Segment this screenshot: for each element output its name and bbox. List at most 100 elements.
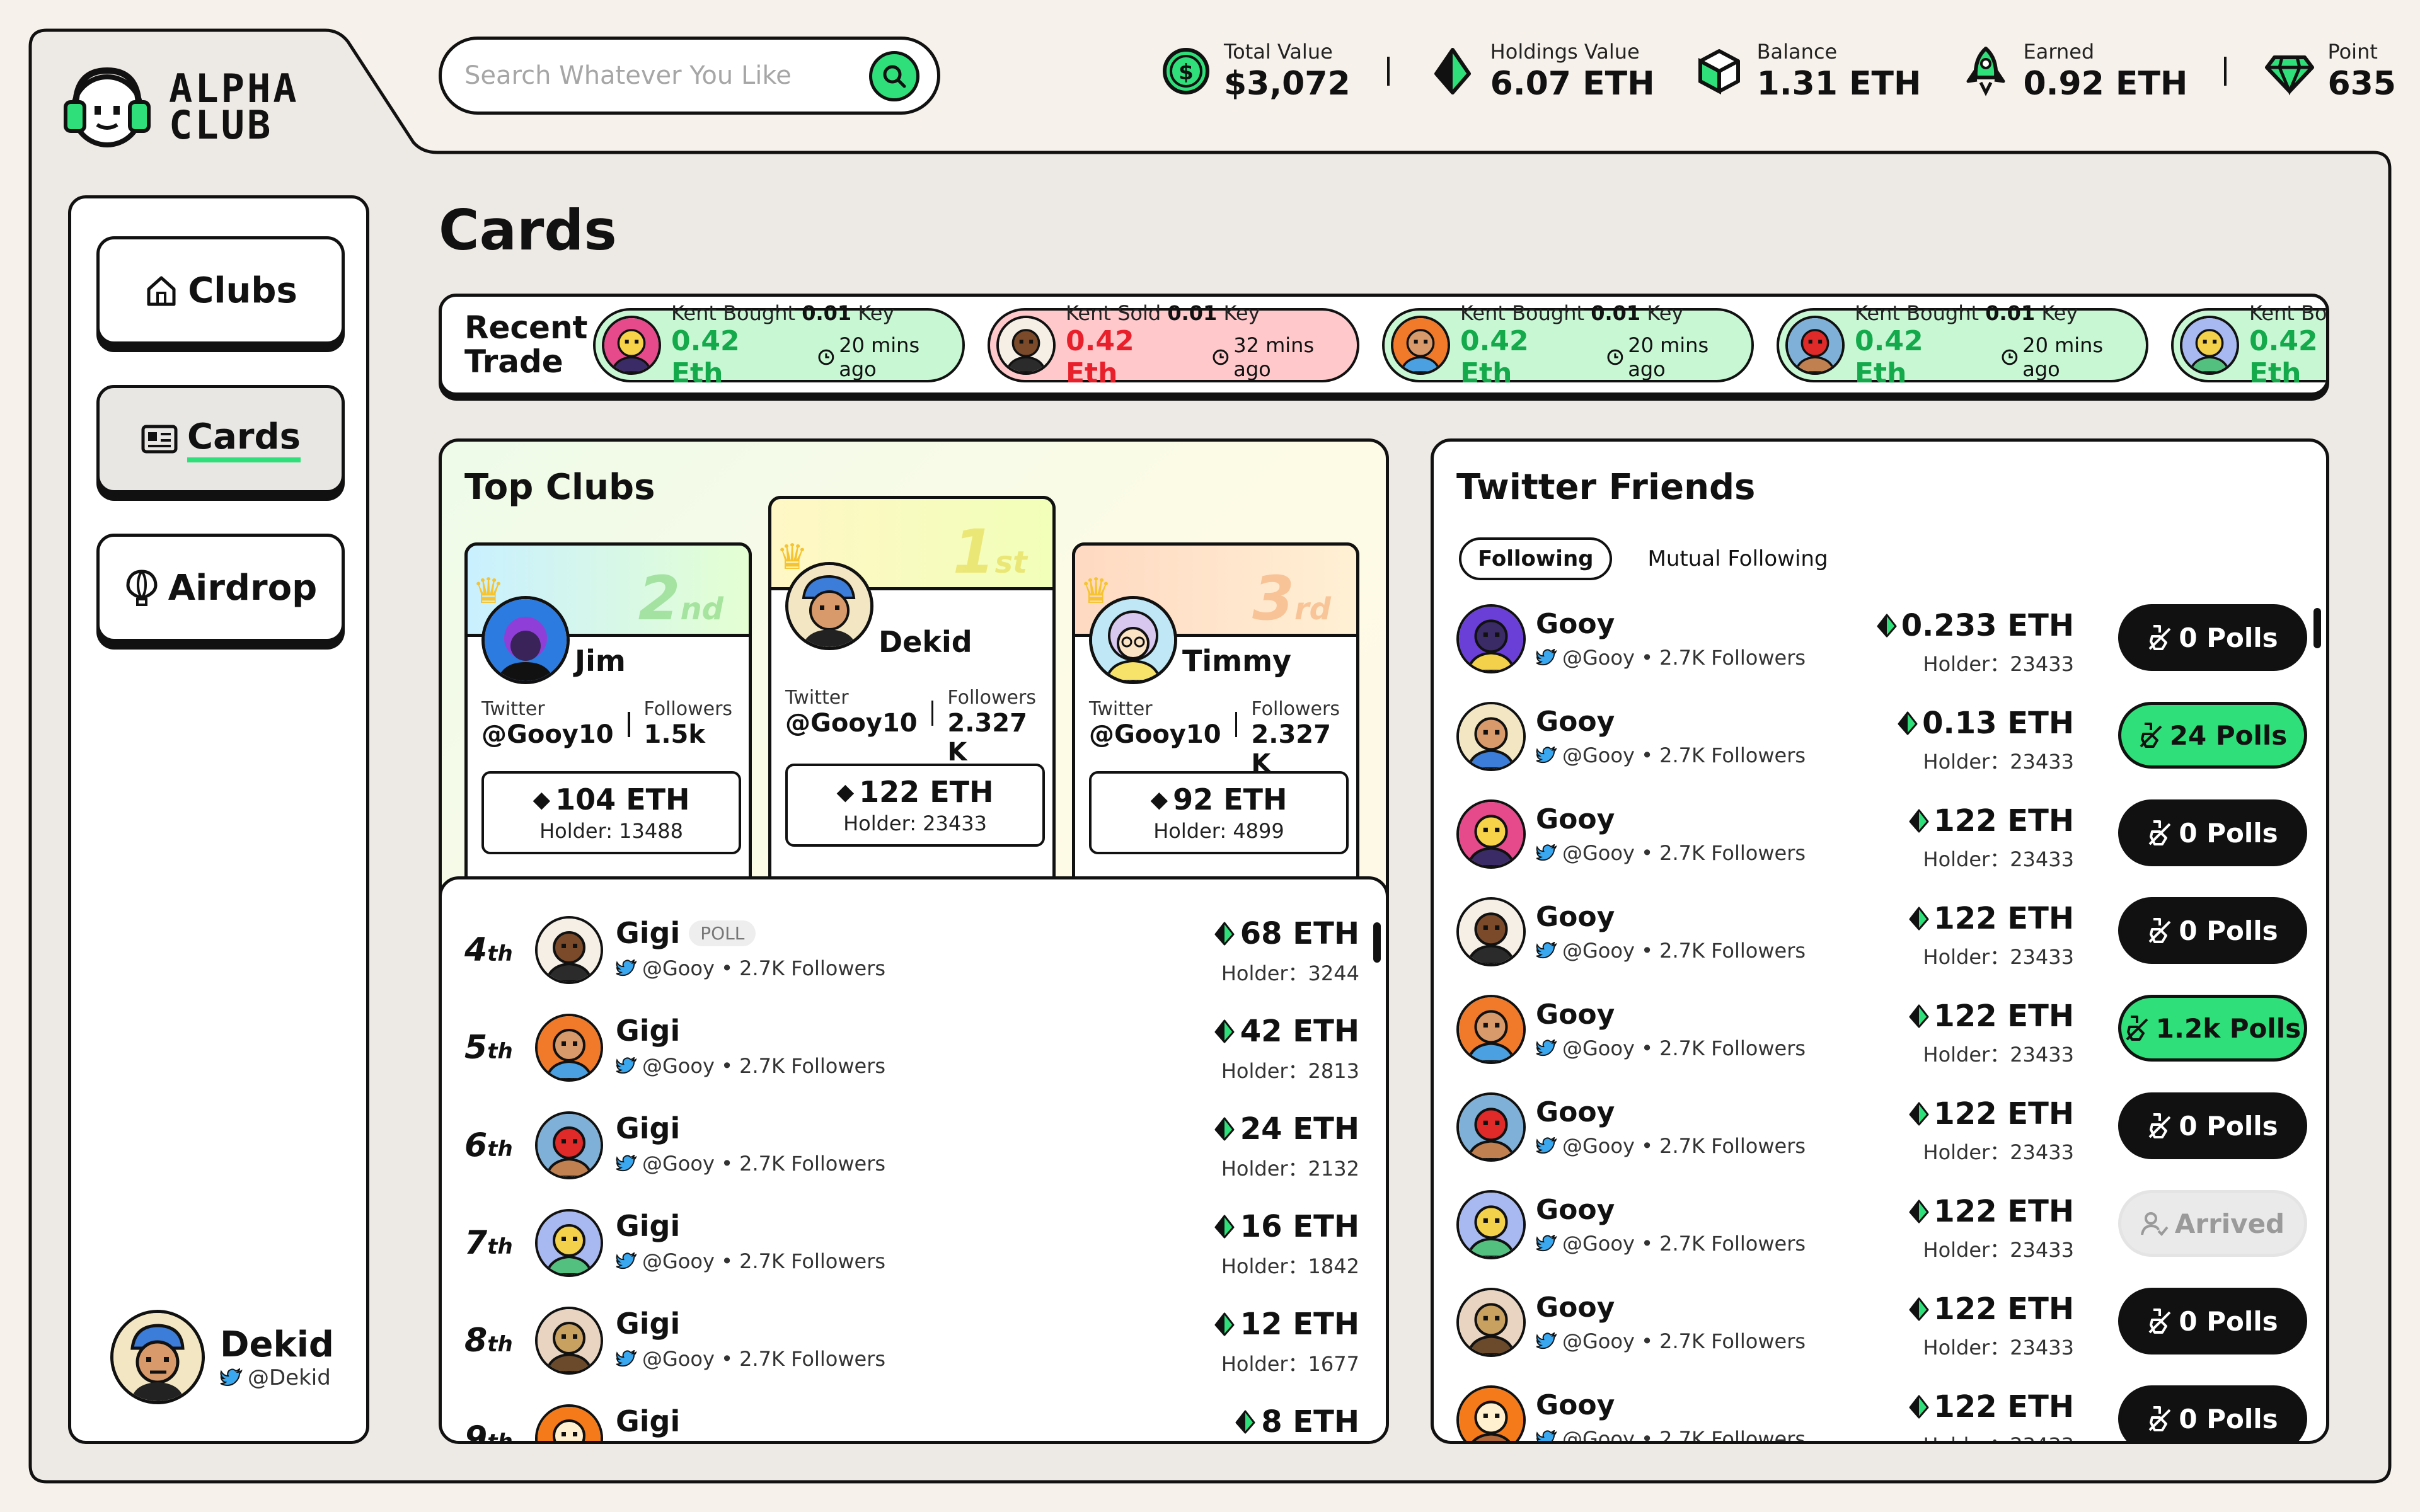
search-button[interactable] <box>869 51 919 101</box>
recent-trade-title: Recent Trade <box>464 309 588 380</box>
polls-button[interactable]: 0 Polls <box>2118 1288 2307 1354</box>
friend-name: Gooy <box>1536 1389 1615 1421</box>
club-name: Gigi <box>616 1404 681 1438</box>
trade-price: 0.42 Eth <box>1066 325 1134 389</box>
stat-label: Total Value <box>1224 40 1333 64</box>
sidebar-item-airdrop[interactable]: Airdrop <box>96 534 345 642</box>
stat-label: Point <box>2327 40 2378 64</box>
twitter-bird-icon <box>1536 1040 1557 1057</box>
sidebar-item-clubs[interactable]: Clubs <box>96 236 345 345</box>
club-row[interactable]: 8th Gigi @Gooy • 2.7K Followers 12 ETH Holde… <box>464 1295 1359 1383</box>
avatar <box>1456 1385 1526 1441</box>
trade-item[interactable]: Kent Bought 0.01 Key0.42 Eth20 mins ago <box>1382 301 1754 389</box>
friend-row[interactable]: Gooy @Gooy • 2.7K Followers 122 ETH Holder：… <box>1456 1179 2307 1276</box>
svg-text:$: $ <box>1178 60 1194 85</box>
polls-button[interactable]: Arrived <box>2118 1190 2307 1257</box>
podium-card-third[interactable]: 3rd ♛ Timmy Twitter @Gooy10 Followers 2.32… <box>1072 542 1359 883</box>
avatar <box>535 1014 603 1082</box>
trade-description: Kent Bought 0.01 Key <box>2249 301 2327 325</box>
polls-button[interactable]: 0 Polls <box>2118 1092 2307 1159</box>
scrollbar-thumb[interactable] <box>2313 608 2321 648</box>
page-title: Cards <box>439 198 617 263</box>
trade-item[interactable]: Kent Bought 0.01 Key0.42 Eth20 mins ago <box>593 301 965 389</box>
friend-name: Gooy <box>1536 803 1615 835</box>
app-logo[interactable]: ALPHA CLUB <box>57 57 299 158</box>
ethereum-icon <box>1214 1019 1235 1043</box>
club-row[interactable]: 4th Gigi POLL @Gooy • 2.7K Followers 68 ETH H… <box>464 905 1359 993</box>
club-rank: 5th <box>464 1029 513 1067</box>
polls-button[interactable]: 24 Polls <box>2118 702 2307 769</box>
club-row[interactable]: 7th Gigi @Gooy • 2.7K Followers 16 ETH Holde… <box>464 1198 1359 1286</box>
divider <box>1235 712 1238 737</box>
trade-item[interactable]: Kent Bought 0.01 Key0.42 Eth20 mins ago <box>1777 301 2148 389</box>
dollar-coin-icon: $ <box>1163 48 1209 94</box>
clock-icon <box>1213 349 1229 365</box>
clock-icon <box>2002 349 2018 365</box>
club-row[interactable]: 9thGigi@Gooy • 2.7K Followers8 ETHHolder… <box>464 1393 1359 1441</box>
followers-label: Followers <box>1251 698 1340 720</box>
friend-subtitle: @Gooy • 2.7K Followers <box>1536 646 1806 670</box>
ethereum-icon <box>1235 1410 1255 1434</box>
friend-row[interactable]: Gooy @Gooy • 2.7K Followers 122 ETH Holder：… <box>1456 886 2307 983</box>
friend-holder-count: Holder：23433 <box>1923 1238 2075 1262</box>
friend-holder-count: Holder：23433 <box>1923 945 2075 969</box>
tab-mutual-following[interactable]: Mutual Following <box>1631 540 1844 578</box>
friend-row[interactable]: Gooy @Gooy • 2.7K Followers 0.13 ETH Holder… <box>1456 690 2307 788</box>
club-eth-value: 68 ETH <box>1214 916 1359 951</box>
stat-earned: Earned 0.92 ETH <box>1959 39 2187 103</box>
polls-button[interactable]: 1.2k Polls <box>2118 995 2307 1062</box>
podium-card-first[interactable]: 1st ♛ Dekid Twitter @Gooy10 Followers 2.32… <box>768 496 1056 886</box>
podium-meta: Twitter @Gooy10 Followers 2.327 K <box>785 687 1052 767</box>
search-bar[interactable] <box>439 37 940 115</box>
trade-item[interactable]: Kent Bought 0.01 Key0.42 Eth20 mins ago <box>2171 301 2326 389</box>
avatar <box>535 1111 603 1179</box>
avatar <box>535 916 603 984</box>
podium-name: Timmy <box>1182 644 1291 678</box>
vote-hand-icon <box>2148 918 2171 943</box>
friend-row[interactable]: Gooy @Gooy • 2.7K Followers 122 ETH Holder：… <box>1456 983 2307 1080</box>
friend-row[interactable]: Gooy @Gooy • 2.7K Followers 122 ETH Holder：… <box>1456 1276 2307 1373</box>
search-input[interactable] <box>464 61 855 90</box>
trade-item[interactable]: Kent Sold 0.01 Key 0.42 Eth 32 mins ago <box>988 301 1359 389</box>
avatar <box>1456 604 1526 673</box>
club-rank: 7th <box>464 1224 513 1262</box>
tab-following[interactable]: Following <box>1459 537 1613 580</box>
clock-icon <box>818 349 834 365</box>
diamond-icon <box>2265 55 2315 96</box>
holder-count: Holder: 23433 <box>843 811 987 835</box>
polls-button[interactable]: 0 Polls <box>2118 897 2307 964</box>
ethereum-icon <box>1909 907 1929 931</box>
twitter-handle: @Gooy10 <box>481 720 614 749</box>
friend-row[interactable]: Gooy @Gooy • 2.7K Followers 122 ETH Holder：… <box>1456 788 2307 885</box>
club-row[interactable]: 6th Gigi @Gooy • 2.7K Followers 24 ETH Holde… <box>464 1100 1359 1188</box>
ethereum-icon <box>1214 1117 1235 1141</box>
friend-row[interactable]: Gooy @Gooy • 2.7K Followers 122 ETH Holder：… <box>1456 1374 2307 1441</box>
stat-total-value: $ Total Value $3,072 <box>1160 39 1351 103</box>
polls-button[interactable]: 0 Polls <box>2118 1385 2307 1441</box>
polls-button[interactable]: 0 Polls <box>2118 799 2307 866</box>
polls-button[interactable]: 0 Polls <box>2118 604 2307 671</box>
scrollbar-thumb[interactable] <box>1373 922 1381 963</box>
followers-label: Followers <box>947 687 1036 709</box>
twitter-bird-icon <box>1536 1332 1557 1349</box>
holder-count: Holder: 4899 <box>1153 819 1284 843</box>
club-row[interactable]: 5th Gigi @Gooy • 2.7K Followers 42 ETH Holde… <box>464 1002 1359 1091</box>
sidebar-item-label: Clubs <box>188 270 297 311</box>
friend-row[interactable]: Gooy @Gooy • 2.7K Followers 122 ETH Holder：… <box>1456 1081 2307 1178</box>
podium-meta: Twitter @Gooy10 Followers 1.5k <box>481 698 732 749</box>
twitter-handle: @Gooy10 <box>1089 720 1221 749</box>
twitter-bird-icon <box>616 1350 637 1367</box>
sidebar-item-cards[interactable]: Cards <box>96 385 345 493</box>
trade-price: 0.42 Eth <box>2249 325 2318 389</box>
club-eth-value: 24 ETH <box>1214 1111 1359 1147</box>
user-profile[interactable]: Dekid @Dekid <box>110 1310 334 1404</box>
ethereum-icon <box>1214 922 1235 946</box>
ethereum-icon <box>1909 1004 1929 1028</box>
stat-holdings-value: Holdings Value 6.07 ETH <box>1426 39 1655 103</box>
friend-holder-count: Holder：23433 <box>1923 1043 2075 1067</box>
sidebar-item-label: Airdrop <box>168 567 318 609</box>
vote-hand-icon <box>2140 723 2162 748</box>
podium-card-second[interactable]: 2nd ♛ Jim Twitter @Gooy10 Followers 1.5k ◆… <box>464 542 752 883</box>
friend-row[interactable]: Gooy @Gooy • 2.7K Followers 0.233 ETH Holde… <box>1456 593 2307 690</box>
trade-description: Kent Sold 0.01 Key <box>1066 301 1260 325</box>
